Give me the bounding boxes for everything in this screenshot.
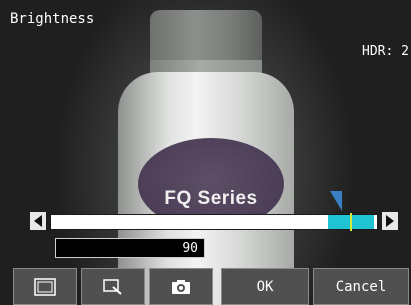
camera-screen: FQ Series Brightness HDR: 2 90 OK Cancel (0, 0, 411, 305)
bottle-label-text: FQ Series (164, 188, 258, 209)
ok-button[interactable]: OK (221, 268, 309, 305)
capture-button[interactable] (149, 268, 213, 305)
cancel-button[interactable]: Cancel (313, 268, 409, 305)
page-title: Brightness (10, 11, 95, 27)
camera-image: FQ Series (0, 0, 411, 305)
hdr-label: HDR: 2 (362, 44, 409, 59)
button-bar: OK Cancel (0, 268, 411, 305)
brightness-value-field[interactable]: 90 (55, 238, 205, 258)
right-arrow-icon (386, 215, 394, 227)
camera-icon (172, 279, 190, 294)
slider-decrease-button[interactable] (30, 212, 46, 230)
frame-button[interactable] (13, 268, 77, 305)
zoom-button[interactable] (81, 268, 145, 305)
slider-track[interactable] (50, 191, 378, 231)
slider-indicator (349, 213, 352, 231)
slider-pointer-icon[interactable] (330, 191, 343, 211)
left-arrow-icon (34, 215, 42, 227)
brightness-slider[interactable] (30, 191, 398, 231)
frame-icon (34, 277, 56, 296)
slider-increase-button[interactable] (382, 212, 398, 230)
zoom-icon (103, 278, 122, 295)
